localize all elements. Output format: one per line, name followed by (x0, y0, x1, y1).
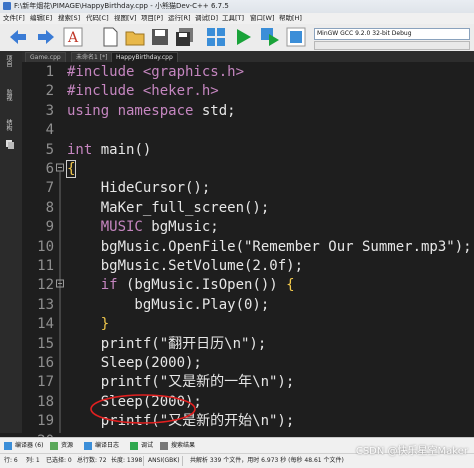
text-format-icon[interactable]: A (63, 27, 83, 47)
open-folder-icon[interactable] (125, 27, 145, 47)
run-icon[interactable] (233, 27, 253, 47)
tab-untitled-1[interactable]: 未命名1 [*] (71, 52, 113, 62)
line-number: 16 (37, 355, 54, 371)
code-line-using: using namespace std; (67, 102, 236, 119)
menu-window[interactable]: 窗口[W] (250, 13, 275, 24)
line-number: 9 (45, 219, 54, 236)
line-number: 1 (45, 64, 54, 80)
rebuild-icon[interactable] (286, 27, 306, 47)
forward-arrow-icon[interactable] (36, 27, 56, 47)
code-line: MaKer_full_screen(); (67, 199, 270, 216)
status-separator (143, 456, 144, 466)
menu-search[interactable]: 搜索[S] (58, 13, 80, 24)
status-parse-info: 共解析 339 个文件，用时 6.973 秒 (每秒 48.61 个文件) (190, 457, 344, 464)
tab-resources[interactable]: 资源 (50, 440, 73, 452)
code-line: if (bgMusic.IsOpen()) { (67, 277, 295, 294)
menu-debug[interactable]: 调试[D] (195, 13, 218, 24)
compiler-select[interactable]: MinGW GCC 9.2.0 32-bit Debug (314, 28, 470, 40)
status-column: 列: 1 (26, 457, 40, 464)
compile-log-icon (84, 442, 92, 450)
tab-compiler[interactable]: 编译器 (6) (4, 440, 43, 452)
line-number: 19 (37, 413, 54, 430)
code-line-include-graphics: #include <graphics.h> (67, 64, 245, 80)
line-number: 5 (45, 141, 54, 158)
code-line: HideCursor(); (67, 180, 211, 197)
line-number: 8 (45, 199, 54, 216)
title-bar: F:\新年烟花\PIMAGE\HappyBirthday.cpp - 小熊猫De… (0, 0, 474, 14)
side-tab-watch[interactable]: 监视 (4, 89, 13, 101)
menu-edit[interactable]: 编辑[E] (30, 13, 52, 24)
window-title: F:\新年烟花\PIMAGE\HappyBirthday.cpp - 小熊猫De… (14, 2, 229, 10)
line-number: 7 (45, 180, 54, 197)
compile-grid-icon[interactable] (206, 27, 226, 47)
menu-run[interactable]: 运行[R] (168, 13, 191, 24)
status-selected: 已选择: 0 (46, 457, 72, 464)
save-all-icon[interactable] (175, 27, 195, 47)
files-icon[interactable] (5, 139, 15, 149)
tab-debug[interactable]: 调试 (130, 440, 153, 452)
menu-view[interactable]: 视图[V] (114, 13, 137, 24)
line-number: 11 (37, 258, 54, 274)
code-line: } (67, 316, 110, 333)
line-number: 2 (45, 83, 54, 100)
new-file-icon[interactable] (100, 27, 120, 47)
code-editor[interactable]: 1 2 3 4 5 6 7 8 9 10 11 12 13 14 15 16 1… (22, 62, 474, 449)
red-annotation-circle (90, 394, 196, 424)
code-line: MUSIC bgMusic; (67, 219, 219, 236)
status-length: 长度: 1398 (111, 457, 143, 464)
ide-window: F:\新年烟花\PIMAGE\HappyBirthday.cpp - 小熊猫De… (0, 0, 474, 468)
save-icon[interactable] (150, 27, 170, 47)
line-number: 10 (37, 238, 54, 255)
menu-help[interactable]: 帮助[H] (279, 13, 302, 24)
line-number: 12 (37, 277, 54, 294)
side-panel: 项目 监视 结构 (0, 51, 23, 433)
code-line-include-heker: #include <heker.h> (67, 83, 219, 100)
tab-search-results[interactable]: 搜索结果 (160, 440, 195, 452)
code-line: printf("又是新的一年\n"); (67, 374, 295, 391)
resources-icon (50, 442, 58, 450)
code-line: bgMusic.OpenFile("Remember Our Summer.mp… (67, 238, 472, 255)
tab-happybirthday-cpp[interactable]: HappyBirthday.cpp (111, 52, 178, 62)
watermark: CSDN @快乐星空Maker (355, 446, 468, 457)
code-line: bgMusic.Play(0); (67, 296, 270, 313)
menu-code[interactable]: 代码[C] (86, 13, 109, 24)
status-separator (182, 456, 183, 466)
compiler-icon (4, 442, 12, 450)
search-results-icon (160, 442, 168, 450)
status-line: 行: 6 (4, 457, 18, 464)
code-line-open-brace: { (65, 160, 77, 178)
line-number: 13 (37, 296, 54, 313)
code-line: Sleep(2000); (67, 355, 202, 371)
back-arrow-icon[interactable] (8, 27, 28, 47)
fold-markers (56, 163, 64, 433)
line-number: 4 (45, 122, 54, 139)
line-number: 17 (37, 374, 54, 391)
line-number-gutter: 1 2 3 4 5 6 7 8 9 10 11 12 13 14 15 16 1… (22, 62, 55, 449)
line-number: 14 (37, 316, 54, 333)
status-total-lines: 总行数: 72 (77, 457, 107, 464)
status-encoding: ANSI(GBK) (148, 457, 180, 464)
compile-run-icon[interactable] (260, 27, 280, 47)
menu-tools[interactable]: 工具[T] (222, 13, 244, 24)
code-line: printf("翻开日历\n"); (67, 335, 267, 352)
tab-game-cpp[interactable]: Game.cpp (25, 52, 66, 62)
menu-project[interactable]: 项目[P] (141, 13, 163, 24)
svg-text:A: A (67, 30, 79, 46)
line-number: 6 (45, 161, 54, 177)
side-tab-structure[interactable]: 结构 (4, 119, 13, 131)
line-number: 18 (37, 393, 54, 410)
line-number: 15 (37, 335, 54, 352)
code-line-main: int main() (67, 141, 152, 158)
app-icon (3, 2, 11, 10)
toolbar-secondary-field[interactable] (314, 41, 470, 50)
menu-file[interactable]: 文件[F] (3, 13, 25, 24)
line-number: 3 (45, 102, 54, 119)
side-tab-project[interactable]: 项目 (4, 55, 13, 67)
code-line: bgMusic.SetVolume(2.0f); (67, 258, 304, 274)
tab-compile-log[interactable]: 编译日志 (84, 440, 119, 452)
debug-icon (130, 442, 138, 450)
